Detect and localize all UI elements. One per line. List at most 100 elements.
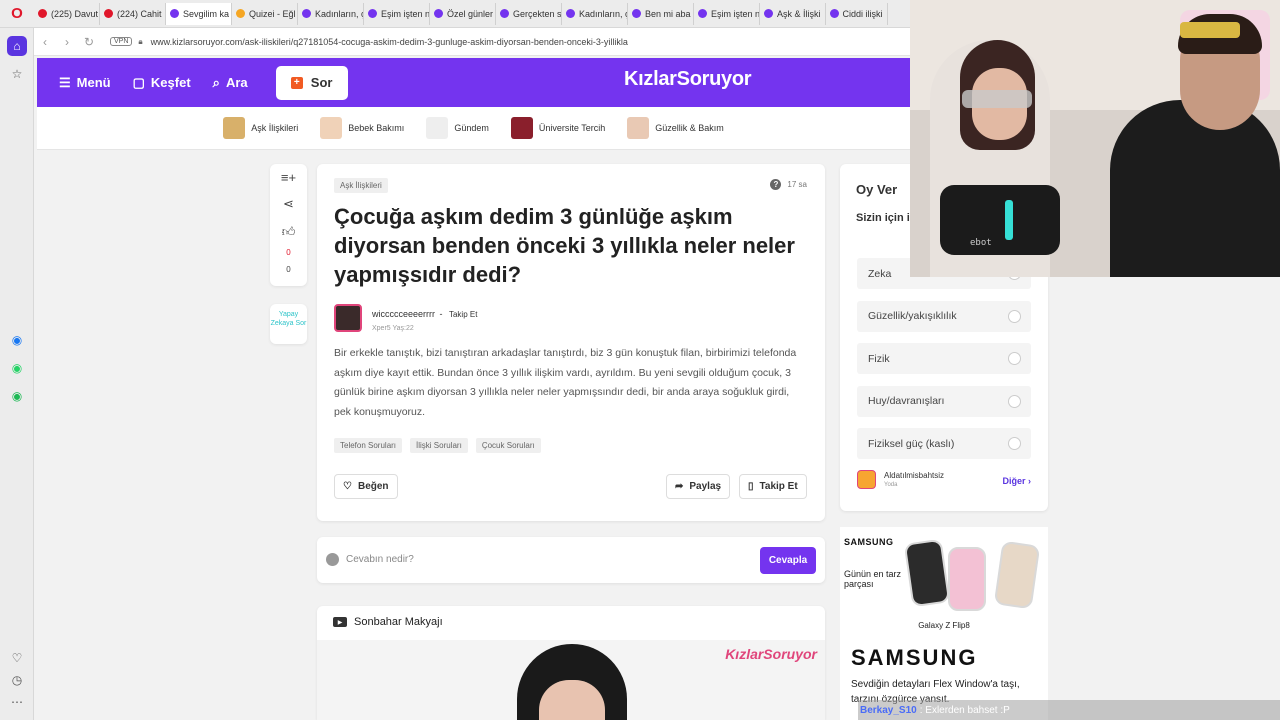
explore-button[interactable]: ▢ Keşfet bbox=[133, 75, 191, 91]
poll-option[interactable]: Fiziksel güç (kaslı) bbox=[857, 428, 1031, 460]
category-link[interactable]: Aşk İlişkileri bbox=[217, 117, 304, 139]
author-name[interactable]: wiccccceeeerrrr bbox=[372, 309, 435, 319]
ad-slogan: Günün en tarz parçası bbox=[844, 569, 902, 589]
whatsapp-icon[interactable]: ◉ bbox=[7, 358, 27, 378]
browser-tab[interactable]: Aşk & İlişki bbox=[760, 2, 826, 25]
submit-answer-button[interactable]: Cevapla bbox=[760, 547, 816, 574]
share-button[interactable]: ➦ Paylaş bbox=[666, 474, 731, 499]
tab-favicon-icon bbox=[566, 9, 575, 18]
poll-radio[interactable] bbox=[1008, 437, 1021, 451]
star-icon[interactable]: ☆ bbox=[7, 64, 27, 84]
youtube-icon: ▶ bbox=[333, 617, 347, 627]
tab-favicon-icon bbox=[632, 9, 641, 18]
ad-brand-big: SAMSUNG bbox=[851, 645, 978, 670]
tab-favicon-icon bbox=[829, 9, 839, 18]
chat-text: : Exlerden bahset :P bbox=[919, 704, 1010, 716]
poll-radio[interactable] bbox=[1008, 352, 1021, 366]
browser-tab[interactable]: (224) Cahit bbox=[100, 2, 166, 25]
poll-author: Aldatılmisbahtsiz Yoda bbox=[857, 470, 944, 489]
opera-logo-icon[interactable]: O bbox=[0, 0, 34, 27]
like-button[interactable]: ♡ Beğen bbox=[334, 474, 398, 499]
category-link[interactable]: Gündem bbox=[420, 117, 495, 139]
question-title: Çocuğa aşkım dedim 3 günlüğe aşkım diyor… bbox=[334, 204, 795, 287]
question-tags: Telefon Soruları İlişki Soruları Çocuk Sor… bbox=[334, 438, 541, 453]
ad-phones-image bbox=[903, 535, 1044, 615]
site-header: ☰ Menü ▢ Keşfet ⌕ Ara + Sor KızlarSoruyor bbox=[37, 58, 910, 107]
tab-favicon-icon bbox=[500, 9, 509, 18]
question-category-chip[interactable]: Aşk İlişkileri bbox=[334, 178, 388, 193]
help-icon[interactable]: ? bbox=[770, 179, 782, 190]
user-icon bbox=[326, 553, 339, 566]
ask-button[interactable]: + Sor bbox=[275, 65, 348, 100]
messenger-icon[interactable]: ◉ bbox=[7, 330, 27, 350]
category-link[interactable]: Bebek Bakımı bbox=[314, 117, 410, 139]
vpn-badge[interactable]: VPN bbox=[110, 37, 133, 46]
search-button[interactable]: ⌕ Ara bbox=[213, 75, 248, 91]
follow-author-link[interactable]: Takip Et bbox=[449, 310, 477, 319]
heart-icon: ♡ bbox=[343, 481, 352, 492]
browser-sidebar: ⌂ ☆ ◉ ◉ ◉ ♡ ◷ ⋯ bbox=[0, 28, 34, 720]
streamer-right bbox=[1110, 100, 1280, 277]
video-card: ▶ Sonbahar Makyajı KızlarSoruyor bbox=[317, 606, 825, 720]
follow-button[interactable]: ▯ Takip Et bbox=[739, 474, 807, 499]
history-icon[interactable]: ◷ bbox=[7, 670, 27, 690]
tab-favicon-icon bbox=[302, 9, 311, 18]
menu-icon: ☰ bbox=[59, 74, 71, 90]
lock-icon: 🔒︎ bbox=[138, 36, 143, 46]
share-icon[interactable]: ⋖ bbox=[270, 196, 307, 212]
menu-button[interactable]: ☰ Menü bbox=[59, 75, 111, 91]
browser-tab[interactable]: Eşim işten n bbox=[694, 2, 760, 25]
url-field[interactable]: www.kizlarsoruyor.com/ask-iliskileri/q27… bbox=[151, 37, 628, 47]
poll-option[interactable]: Güzellik/yakışıklılık bbox=[857, 300, 1031, 332]
question-card: Aşk İlişkileri ? 17 sa Çocuğa aşkım dedi… bbox=[317, 164, 825, 521]
poll-more-link[interactable]: Diğer › bbox=[1002, 476, 1031, 486]
question-tag[interactable]: Çocuk Soruları bbox=[475, 438, 541, 453]
avatar[interactable] bbox=[334, 304, 362, 332]
back-icon[interactable]: ‹ bbox=[34, 35, 56, 49]
tab-favicon-icon bbox=[104, 9, 113, 18]
avatar[interactable] bbox=[857, 470, 876, 489]
heart-icon[interactable]: ♡ bbox=[7, 648, 27, 668]
question-tag[interactable]: İlişki Soruları bbox=[410, 438, 468, 453]
category-link[interactable]: Güzellik & Bakım bbox=[621, 117, 730, 139]
browser-tab[interactable]: Kadınların, ç bbox=[562, 2, 628, 25]
reload-icon[interactable]: ↻ bbox=[78, 35, 100, 49]
forward-icon[interactable]: › bbox=[56, 35, 78, 49]
search-icon: ⌕ bbox=[212, 74, 220, 90]
browser-tab[interactable]: Kadınların, ç bbox=[298, 2, 364, 25]
add-to-list-icon[interactable]: ≡+ bbox=[270, 170, 307, 185]
question-time: ? 17 sa bbox=[770, 179, 807, 190]
more-icon[interactable]: ⋯ bbox=[7, 692, 27, 712]
poll-option[interactable]: Huy/davranışları bbox=[857, 385, 1031, 417]
category-thumbnail bbox=[320, 117, 343, 139]
browser-tab[interactable]: Eşim işten n bbox=[364, 2, 430, 25]
category-link[interactable]: Üniversite Tercih bbox=[505, 117, 611, 139]
samsung-ad[interactable]: SAMSUNG Günün en tarz parçası Galaxy Z F… bbox=[840, 527, 1048, 720]
browser-tab[interactable]: Quizei - Eğl bbox=[232, 2, 298, 25]
browser-tab[interactable]: Özel günler bbox=[430, 2, 496, 25]
browser-tab[interactable]: Ciddi ilişki bbox=[826, 2, 888, 25]
question-tag[interactable]: Telefon Soruları bbox=[334, 438, 403, 453]
poll-radio[interactable] bbox=[1008, 394, 1021, 408]
video-player[interactable]: KızlarSoruyor bbox=[317, 640, 825, 720]
answer-input[interactable]: Cevabın nedir? bbox=[346, 554, 414, 565]
ask-ai-button[interactable]: Yapay Zekaya Sor bbox=[270, 304, 307, 344]
browser-tab[interactable]: Gerçekten s bbox=[496, 2, 562, 25]
poll-author-name[interactable]: Aldatılmisbahtsiz bbox=[884, 471, 944, 480]
like-icon[interactable]: 👍︎ bbox=[270, 224, 307, 240]
video-title: Sonbahar Makyajı bbox=[354, 616, 443, 628]
home-icon[interactable]: ⌂ bbox=[7, 36, 27, 56]
tab-favicon-icon bbox=[38, 9, 47, 18]
tab-favicon-icon bbox=[368, 9, 377, 18]
comment-count: 0 bbox=[286, 265, 291, 274]
site-logo[interactable]: KızlarSoruyor bbox=[624, 68, 752, 91]
poll-author-meta: Yoda bbox=[884, 482, 898, 488]
browser-tab[interactable]: (225) Davut bbox=[34, 2, 100, 25]
tab-favicon-icon bbox=[170, 9, 179, 18]
browser-tab[interactable]: Ben mi aba bbox=[628, 2, 694, 25]
browser-tab[interactable]: Sevgilim ka bbox=[166, 2, 232, 25]
poll-radio[interactable] bbox=[1008, 309, 1021, 323]
category-thumbnail bbox=[510, 117, 533, 139]
poll-option[interactable]: Fizik bbox=[857, 343, 1031, 375]
spotify-icon[interactable]: ◉ bbox=[7, 386, 27, 406]
